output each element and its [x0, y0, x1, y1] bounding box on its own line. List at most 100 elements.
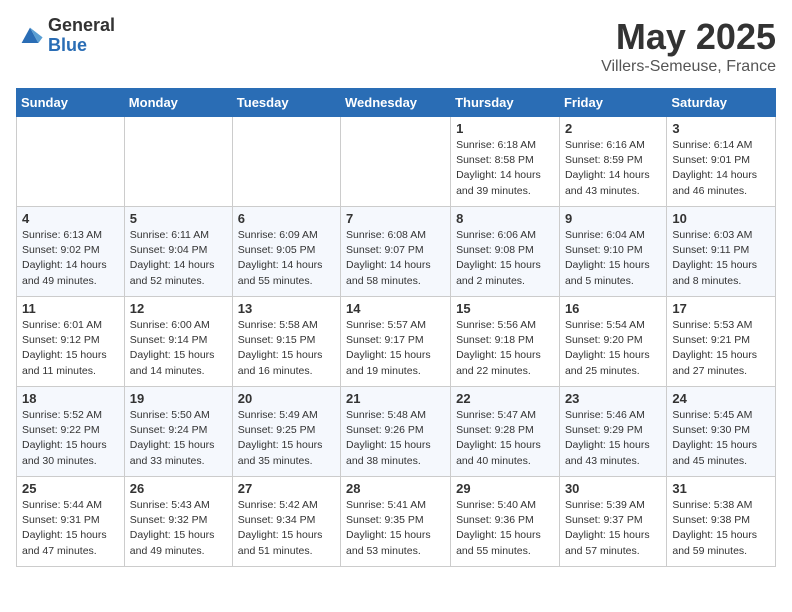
logo-blue: Blue [48, 36, 115, 56]
day-number: 14 [346, 301, 445, 316]
day-info: Sunrise: 5:45 AM Sunset: 9:30 PM Dayligh… [672, 408, 770, 469]
calendar-cell [124, 117, 232, 207]
calendar-cell: 12 Sunrise: 6:00 AM Sunset: 9:14 PM Dayli… [124, 297, 232, 387]
calendar-cell: 21 Sunrise: 5:48 AM Sunset: 9:26 PM Dayli… [341, 387, 451, 477]
calendar-cell: 16 Sunrise: 5:54 AM Sunset: 9:20 PM Dayli… [559, 297, 666, 387]
day-info: Sunrise: 6:06 AM Sunset: 9:08 PM Dayligh… [456, 228, 554, 289]
header-sunday: Sunday [17, 89, 125, 117]
day-number: 24 [672, 391, 770, 406]
calendar-header-row: SundayMondayTuesdayWednesdayThursdayFrid… [17, 89, 776, 117]
header-friday: Friday [559, 89, 666, 117]
day-info: Sunrise: 5:44 AM Sunset: 9:31 PM Dayligh… [22, 498, 119, 559]
day-info: Sunrise: 5:47 AM Sunset: 9:28 PM Dayligh… [456, 408, 554, 469]
day-info: Sunrise: 6:04 AM Sunset: 9:10 PM Dayligh… [565, 228, 661, 289]
calendar-cell [232, 117, 340, 207]
calendar-cell: 10Sunrise: 6:03 AM Sunset: 9:11 PM Dayli… [667, 207, 776, 297]
header-saturday: Saturday [667, 89, 776, 117]
day-number: 21 [346, 391, 445, 406]
calendar-week-row: 25Sunrise: 5:44 AM Sunset: 9:31 PM Dayli… [17, 477, 776, 567]
calendar-cell: 3 Sunrise: 6:14 AM Sunset: 9:01 PM Daylig… [667, 117, 776, 207]
calendar-week-row: 18 Sunrise: 5:52 AM Sunset: 9:22 PM Dayli… [17, 387, 776, 477]
day-number: 3 [672, 121, 770, 136]
day-info: Sunrise: 5:43 AM Sunset: 9:32 PM Dayligh… [130, 498, 227, 559]
page-header: General Blue May 2025 Villers-Semeuse, F… [16, 16, 776, 76]
calendar-week-row: 4 Sunrise: 6:13 AM Sunset: 9:02 PM Daylig… [17, 207, 776, 297]
day-number: 29 [456, 481, 554, 496]
calendar-cell: 17Sunrise: 5:53 AM Sunset: 9:21 PM Dayli… [667, 297, 776, 387]
header-tuesday: Tuesday [232, 89, 340, 117]
logo-icon [16, 22, 44, 50]
day-number: 2 [565, 121, 661, 136]
calendar-week-row: 1 Sunrise: 6:18 AM Sunset: 8:58 PM Daylig… [17, 117, 776, 207]
calendar-cell: 2 Sunrise: 6:16 AM Sunset: 8:59 PM Daylig… [559, 117, 666, 207]
calendar-cell: 26 Sunrise: 5:43 AM Sunset: 9:32 PM Dayli… [124, 477, 232, 567]
day-number: 7 [346, 211, 445, 226]
calendar-cell: 11Sunrise: 6:01 AM Sunset: 9:12 PM Dayli… [17, 297, 125, 387]
calendar-cell: 5Sunrise: 6:11 AM Sunset: 9:04 PM Daylig… [124, 207, 232, 297]
calendar-cell: 28Sunrise: 5:41 AM Sunset: 9:35 PM Dayli… [341, 477, 451, 567]
title-block: May 2025 Villers-Semeuse, France [601, 16, 776, 76]
calendar-cell: 19Sunrise: 5:50 AM Sunset: 9:24 PM Dayli… [124, 387, 232, 477]
day-info: Sunrise: 6:09 AM Sunset: 9:05 PM Dayligh… [238, 228, 335, 289]
calendar-cell: 6 Sunrise: 6:09 AM Sunset: 9:05 PM Daylig… [232, 207, 340, 297]
day-info: Sunrise: 5:39 AM Sunset: 9:37 PM Dayligh… [565, 498, 661, 559]
day-number: 26 [130, 481, 227, 496]
day-info: Sunrise: 5:46 AM Sunset: 9:29 PM Dayligh… [565, 408, 661, 469]
day-info: Sunrise: 5:58 AM Sunset: 9:15 PM Dayligh… [238, 318, 335, 379]
header-wednesday: Wednesday [341, 89, 451, 117]
calendar-cell: 30Sunrise: 5:39 AM Sunset: 9:37 PM Dayli… [559, 477, 666, 567]
calendar-week-row: 11Sunrise: 6:01 AM Sunset: 9:12 PM Dayli… [17, 297, 776, 387]
calendar-cell: 22 Sunrise: 5:47 AM Sunset: 9:28 PM Dayli… [451, 387, 560, 477]
day-number: 4 [22, 211, 119, 226]
day-info: Sunrise: 6:11 AM Sunset: 9:04 PM Dayligh… [130, 228, 227, 289]
day-info: Sunrise: 5:57 AM Sunset: 9:17 PM Dayligh… [346, 318, 445, 379]
day-info: Sunrise: 6:13 AM Sunset: 9:02 PM Dayligh… [22, 228, 119, 289]
day-info: Sunrise: 5:50 AM Sunset: 9:24 PM Dayligh… [130, 408, 227, 469]
day-number: 10 [672, 211, 770, 226]
day-info: Sunrise: 5:53 AM Sunset: 9:21 PM Dayligh… [672, 318, 770, 379]
day-number: 9 [565, 211, 661, 226]
day-number: 16 [565, 301, 661, 316]
day-number: 20 [238, 391, 335, 406]
header-thursday: Thursday [451, 89, 560, 117]
calendar-cell: 23Sunrise: 5:46 AM Sunset: 9:29 PM Dayli… [559, 387, 666, 477]
day-info: Sunrise: 5:48 AM Sunset: 9:26 PM Dayligh… [346, 408, 445, 469]
logo: General Blue [16, 16, 115, 56]
day-number: 12 [130, 301, 227, 316]
calendar-cell: 31Sunrise: 5:38 AM Sunset: 9:38 PM Dayli… [667, 477, 776, 567]
calendar-cell: 15 Sunrise: 5:56 AM Sunset: 9:18 PM Dayli… [451, 297, 560, 387]
day-number: 11 [22, 301, 119, 316]
day-info: Sunrise: 6:16 AM Sunset: 8:59 PM Dayligh… [565, 138, 661, 199]
calendar-cell: 24 Sunrise: 5:45 AM Sunset: 9:30 PM Dayli… [667, 387, 776, 477]
day-number: 28 [346, 481, 445, 496]
calendar-cell: 13Sunrise: 5:58 AM Sunset: 9:15 PM Dayli… [232, 297, 340, 387]
day-number: 15 [456, 301, 554, 316]
calendar-cell: 8Sunrise: 6:06 AM Sunset: 9:08 PM Daylig… [451, 207, 560, 297]
calendar-cell: 4 Sunrise: 6:13 AM Sunset: 9:02 PM Daylig… [17, 207, 125, 297]
day-info: Sunrise: 6:14 AM Sunset: 9:01 PM Dayligh… [672, 138, 770, 199]
calendar-cell: 27Sunrise: 5:42 AM Sunset: 9:34 PM Dayli… [232, 477, 340, 567]
calendar-table: SundayMondayTuesdayWednesdayThursdayFrid… [16, 88, 776, 567]
day-info: Sunrise: 6:08 AM Sunset: 9:07 PM Dayligh… [346, 228, 445, 289]
calendar-cell [17, 117, 125, 207]
day-info: Sunrise: 5:56 AM Sunset: 9:18 PM Dayligh… [456, 318, 554, 379]
day-info: Sunrise: 5:42 AM Sunset: 9:34 PM Dayligh… [238, 498, 335, 559]
calendar-cell: 14 Sunrise: 5:57 AM Sunset: 9:17 PM Dayli… [341, 297, 451, 387]
day-info: Sunrise: 6:18 AM Sunset: 8:58 PM Dayligh… [456, 138, 554, 199]
calendar-cell: 9 Sunrise: 6:04 AM Sunset: 9:10 PM Daylig… [559, 207, 666, 297]
day-info: Sunrise: 5:54 AM Sunset: 9:20 PM Dayligh… [565, 318, 661, 379]
day-number: 6 [238, 211, 335, 226]
day-info: Sunrise: 6:00 AM Sunset: 9:14 PM Dayligh… [130, 318, 227, 379]
logo-text: General Blue [48, 16, 115, 56]
day-number: 18 [22, 391, 119, 406]
calendar-cell: 20 Sunrise: 5:49 AM Sunset: 9:25 PM Dayli… [232, 387, 340, 477]
day-info: Sunrise: 5:52 AM Sunset: 9:22 PM Dayligh… [22, 408, 119, 469]
calendar-subtitle: Villers-Semeuse, France [601, 58, 776, 76]
calendar-cell: 1 Sunrise: 6:18 AM Sunset: 8:58 PM Daylig… [451, 117, 560, 207]
day-number: 1 [456, 121, 554, 136]
day-info: Sunrise: 5:40 AM Sunset: 9:36 PM Dayligh… [456, 498, 554, 559]
day-info: Sunrise: 5:49 AM Sunset: 9:25 PM Dayligh… [238, 408, 335, 469]
day-number: 22 [456, 391, 554, 406]
header-monday: Monday [124, 89, 232, 117]
calendar-cell [341, 117, 451, 207]
